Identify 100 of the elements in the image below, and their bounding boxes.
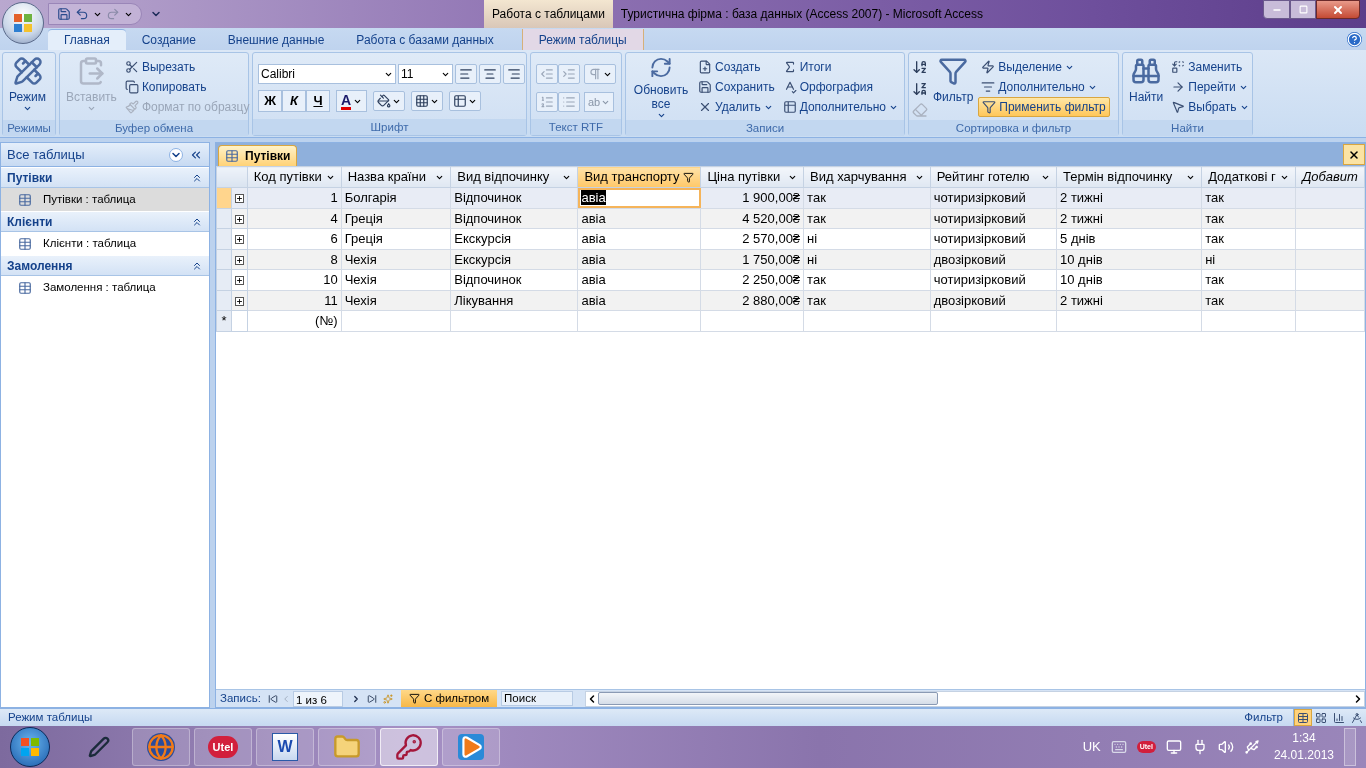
ribbon-button[interactable]: Создать <box>695 57 778 77</box>
column-header[interactable]: Термін відпочинку <box>1056 166 1202 188</box>
compass-icon <box>1351 711 1363 724</box>
view-switch-button[interactable] <box>1294 709 1312 726</box>
column-header[interactable]: Вид транспорту <box>577 166 701 188</box>
taskbar-button[interactable]: Utel <box>194 728 252 766</box>
globe-icon <box>147 733 175 761</box>
ribbon-button[interactable]: Дополнительно <box>978 77 1110 97</box>
record-number-field[interactable]: 1 из 6 <box>292 690 343 707</box>
ribbon-button[interactable]: Перейти <box>1168 77 1252 97</box>
taskbar-button[interactable] <box>132 728 190 766</box>
horizontal-scrollbar[interactable] <box>585 690 1365 707</box>
column-header[interactable]: Код путівки <box>247 166 342 188</box>
ribbon-button[interactable]: Заменить <box>1168 57 1252 77</box>
volume-icon[interactable] <box>1217 739 1234 755</box>
align-center-button[interactable] <box>479 64 501 84</box>
ribbon-tab[interactable]: Внешние данные <box>211 29 341 50</box>
replace-icon <box>1171 60 1186 74</box>
filter-button[interactable]: Фильтр <box>930 56 977 120</box>
format-button[interactable]: Ч <box>306 90 330 112</box>
minimize-button[interactable] <box>1263 0 1290 19</box>
ribbon-button[interactable]: Выделение <box>978 57 1110 77</box>
column-header[interactable]: Вид відпочинку <box>450 166 578 188</box>
gridlines-button[interactable] <box>411 91 444 111</box>
table-cell: 10 <box>247 269 342 290</box>
expand-icon[interactable] <box>234 214 244 224</box>
table-cell: Екскурсія <box>450 249 578 270</box>
column-header[interactable]: Назва країни <box>341 166 451 188</box>
bullet-list-icon <box>562 95 576 109</box>
ribbon-button[interactable]: Сохранить <box>695 77 778 97</box>
usb-icon[interactable] <box>1243 739 1260 755</box>
filter-toggle[interactable]: С фильтром <box>400 690 498 707</box>
column-header[interactable]: Ціна путівки <box>700 166 804 188</box>
nav-item[interactable]: Путівки : таблица <box>1 188 209 211</box>
column-header[interactable]: Вид харчування <box>803 166 931 188</box>
ribbon-button[interactable]: Копировать <box>121 77 253 97</box>
help-icon[interactable] <box>1347 32 1362 47</box>
refresh-button[interactable]: Обновить все <box>629 56 693 120</box>
language-indicator[interactable]: UK <box>1082 737 1101 757</box>
ribbon-tab[interactable]: Главная <box>48 29 126 50</box>
start-button[interactable] <box>10 727 50 767</box>
ribbon-tab[interactable]: Работа с базами данных <box>340 29 510 50</box>
column-header[interactable]: Додаткові г <box>1201 166 1296 188</box>
view-button[interactable]: Режим <box>6 56 49 120</box>
nav-group-header[interactable]: Замолення <box>1 256 209 276</box>
font-color-button[interactable]: A <box>336 90 368 112</box>
column-header[interactable]: Добавит <box>1295 166 1365 188</box>
table-cell: 8 <box>247 249 342 270</box>
expand-icon[interactable] <box>234 235 244 245</box>
expand-icon[interactable] <box>234 194 244 204</box>
ribbon-button[interactable]: Вырезать <box>121 57 253 77</box>
keyboard-icon[interactable] <box>1110 739 1127 755</box>
row-color-button[interactable] <box>449 91 482 111</box>
nav-item-label: Путівки : таблица <box>43 191 136 207</box>
scrollbar-thumb[interactable] <box>598 692 939 705</box>
ribbon-tab[interactable]: Режим таблицы <box>521 29 644 50</box>
search-field[interactable]: Поиск <box>501 691 574 706</box>
close-button[interactable] <box>1316 0 1360 19</box>
numbered-list-icon <box>540 95 554 109</box>
table-cell: так <box>1201 290 1296 311</box>
ribbon-button[interactable]: Удалить <box>695 97 778 117</box>
pane-menu-icon[interactable] <box>169 147 183 162</box>
fill-color-button[interactable] <box>373 91 406 111</box>
document-tab-label: Путівки <box>245 148 291 165</box>
save-icon[interactable] <box>57 7 71 21</box>
taskbar-button[interactable] <box>442 728 500 766</box>
table-cell <box>1295 249 1365 270</box>
undo-icon[interactable] <box>75 7 89 21</box>
ribbon-tab[interactable]: Создание <box>125 29 212 50</box>
align-left-button[interactable] <box>455 64 477 84</box>
find-button[interactable]: Найти <box>1126 56 1167 120</box>
taskbar-button[interactable]: W <box>256 728 314 766</box>
restore-button[interactable] <box>1290 0 1316 19</box>
column-header[interactable]: Рейтинг готелю <box>930 166 1057 188</box>
expand-icon[interactable] <box>234 255 244 265</box>
taskbar-button[interactable] <box>380 728 438 766</box>
ribbon-button[interactable]: Выбрать <box>1168 97 1252 117</box>
align-right-button[interactable] <box>503 64 525 84</box>
expand-icon[interactable] <box>234 296 244 306</box>
last-record-icon[interactable] <box>366 693 377 704</box>
ribbon-button[interactable]: Орфография <box>779 77 901 97</box>
document-tab[interactable]: Путівки <box>218 145 298 166</box>
indent-icon <box>562 67 576 81</box>
ribbon-button[interactable]: Применить фильтр <box>978 97 1110 117</box>
expand-icon[interactable] <box>234 276 244 286</box>
close-icon <box>1332 3 1344 16</box>
table-cell: 5 днів <box>1056 228 1202 249</box>
font-size-field[interactable]: 11 <box>398 64 453 84</box>
ribbon-button[interactable]: Дополнительно <box>779 97 901 117</box>
format-button[interactable]: К <box>282 90 306 112</box>
first-record-icon[interactable] <box>267 693 278 704</box>
sort-descending-icon[interactable] <box>912 80 928 98</box>
ribbon-button[interactable]: Итоги <box>779 57 901 77</box>
close-document-button[interactable] <box>1343 144 1365 165</box>
nav-group-header[interactable]: Клієнти <box>1 212 209 232</box>
nav-group-header[interactable]: Путівки <box>1 168 209 188</box>
format-button[interactable]: Ж <box>258 90 282 112</box>
sort-ascending-icon[interactable] <box>912 58 928 76</box>
network-icon[interactable] <box>1165 739 1182 755</box>
font-field[interactable]: Calibri <box>258 64 396 84</box>
